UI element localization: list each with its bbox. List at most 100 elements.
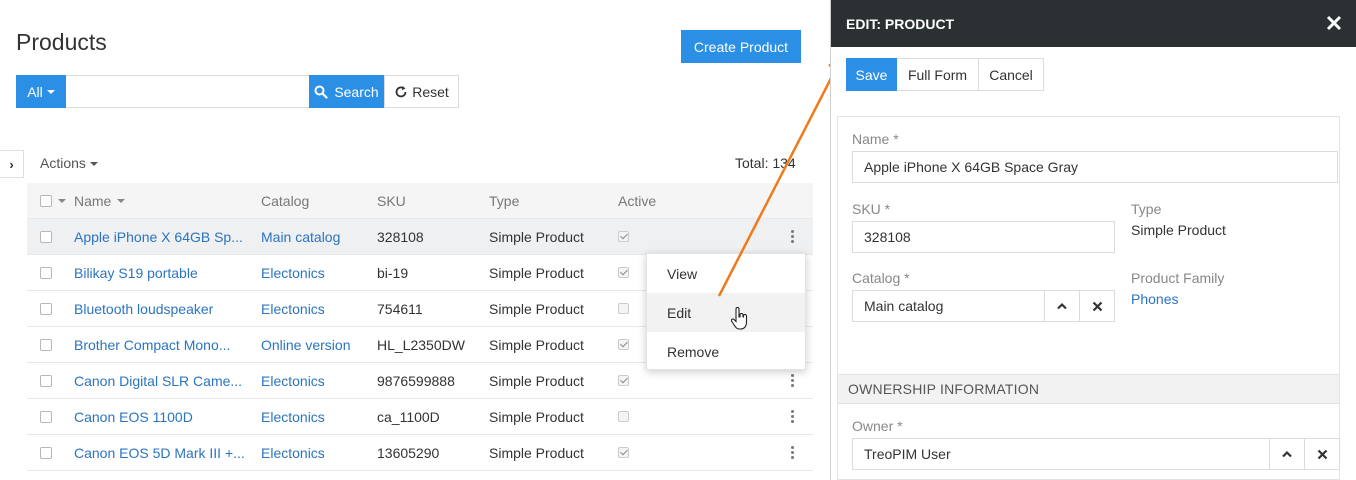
page-title: Products — [16, 29, 107, 55]
type-label: Type — [1131, 201, 1162, 217]
caret-down-icon — [89, 162, 98, 167]
sku-field[interactable]: 328108 — [852, 221, 1115, 253]
product-family-link[interactable]: Phones — [1131, 291, 1178, 307]
row-actions-menu: View Edit Remove — [646, 253, 806, 370]
catalog-link[interactable]: Main catalog — [261, 219, 371, 254]
name-field[interactable]: Apple iPhone X 64GB Space Gray — [852, 151, 1338, 183]
catalog-link[interactable]: Electonics — [261, 363, 371, 398]
owner-field[interactable]: TreoPIM User — [852, 438, 1270, 470]
column-sku: SKU — [377, 192, 406, 209]
product-family-label: Product Family — [1131, 270, 1225, 286]
catalog-field[interactable]: Main catalog — [852, 290, 1045, 322]
ownership-section-title: OWNERSHIP INFORMATION — [837, 374, 1340, 404]
active-checkbox — [618, 399, 678, 434]
active-checkbox — [618, 219, 678, 254]
product-name-link[interactable]: Canon EOS 5D Mark III +... — [74, 435, 254, 470]
filter-all-label: All — [27, 83, 43, 100]
catalog-link[interactable]: Electonics — [261, 255, 371, 290]
row-actions-button[interactable] — [782, 435, 802, 470]
name-label: Name * — [852, 131, 899, 147]
catalog-link[interactable]: Electonics — [261, 435, 371, 470]
type-value: Simple Product — [489, 264, 584, 281]
select-all-checkbox[interactable] — [40, 183, 70, 218]
owner-select-button[interactable] — [1269, 438, 1305, 470]
search-button-label: Search — [334, 83, 379, 100]
chevron-right-icon: › — [9, 156, 14, 172]
kebab-icon — [790, 410, 794, 423]
type-value: Simple Product — [489, 228, 584, 245]
table-row[interactable]: Canon EOS 1100D Electonics ca_1100D Simple … — [27, 399, 813, 435]
sku-value: ca_1100D — [377, 408, 440, 425]
caret-down-icon — [46, 89, 55, 94]
chevron-up-icon — [1282, 450, 1292, 458]
row-checkbox[interactable] — [40, 399, 70, 434]
active-checkbox — [618, 435, 678, 470]
kebab-icon — [790, 446, 794, 459]
sku-label: SKU * — [852, 201, 891, 217]
kebab-icon — [790, 374, 794, 387]
product-name-link[interactable]: Brother Compact Mono... — [74, 327, 254, 362]
catalog-link[interactable]: Online version — [261, 327, 371, 362]
menu-item-remove[interactable]: Remove — [647, 332, 805, 371]
column-name[interactable]: Name — [74, 183, 254, 218]
table-row[interactable]: Canon EOS 5D Mark III +... Electonics 1360… — [27, 435, 813, 471]
row-actions-button[interactable] — [782, 399, 802, 434]
x-icon — [1092, 301, 1102, 311]
filter-all-dropdown[interactable]: All — [16, 75, 66, 108]
product-name-link[interactable]: Bluetooth loudspeaker — [74, 291, 254, 326]
reset-button[interactable]: Reset — [384, 75, 459, 108]
menu-item-view[interactable]: View — [647, 254, 805, 293]
owner-label: Owner * — [852, 418, 903, 434]
actions-menu[interactable]: Actions — [40, 155, 98, 171]
type-value: Simple Product — [489, 444, 584, 461]
cancel-button[interactable]: Cancel — [979, 58, 1044, 91]
column-type: Type — [489, 192, 520, 209]
type-value: Simple Product — [489, 372, 584, 389]
row-actions-button[interactable] — [782, 219, 802, 254]
sku-value: bi-19 — [377, 264, 409, 281]
row-checkbox[interactable] — [40, 435, 70, 470]
catalog-clear-button[interactable] — [1079, 290, 1115, 322]
type-value: Simple Product — [1131, 222, 1226, 238]
row-checkbox[interactable] — [40, 363, 70, 398]
panel-title: EDIT: PRODUCT — [846, 15, 955, 32]
product-name-link[interactable]: Canon Digital SLR Came... — [74, 363, 254, 398]
reset-icon — [395, 85, 407, 97]
close-icon[interactable] — [1322, 11, 1346, 35]
table-header: Name Catalog SKU Type Active — [27, 183, 813, 219]
row-checkbox[interactable] — [40, 327, 70, 362]
product-name-link[interactable]: Canon EOS 1100D — [74, 399, 254, 434]
sku-value: HL_L2350DW — [377, 336, 465, 353]
menu-item-edit[interactable]: Edit — [647, 293, 805, 332]
search-button[interactable]: Search — [309, 75, 384, 108]
product-form: Name * Apple iPhone X 64GB Space Gray SK… — [837, 116, 1340, 374]
total-count: Total: 134 — [735, 155, 796, 171]
row-checkbox[interactable] — [40, 219, 70, 254]
search-icon — [314, 85, 328, 99]
search-input[interactable] — [66, 75, 309, 108]
type-value: Simple Product — [489, 336, 584, 353]
row-checkbox[interactable] — [40, 291, 70, 326]
catalog-link[interactable]: Electonics — [261, 291, 371, 326]
table-row[interactable]: Apple iPhone X 64GB Sp... Main catalog 328… — [27, 219, 813, 255]
create-product-button[interactable]: Create Product — [681, 30, 801, 63]
reset-button-label: Reset — [412, 83, 449, 100]
panel-header: EDIT: PRODUCT — [831, 0, 1356, 47]
catalog-link[interactable]: Electonics — [261, 399, 371, 434]
edit-product-panel: EDIT: PRODUCT Save Full Form Cancel Name… — [830, 0, 1356, 480]
sku-value: 328108 — [377, 228, 424, 245]
product-name-link[interactable]: Apple iPhone X 64GB Sp... — [74, 219, 254, 254]
full-form-button[interactable]: Full Form — [897, 58, 979, 91]
sku-value: 9876599888 — [377, 372, 455, 389]
x-icon — [1317, 449, 1327, 459]
ownership-section: Owner * TreoPIM User — [837, 404, 1340, 480]
sidebar-expand-toggle[interactable]: › — [0, 150, 24, 178]
row-checkbox[interactable] — [40, 255, 70, 290]
catalog-select-button[interactable] — [1044, 290, 1080, 322]
save-button[interactable]: Save — [846, 58, 897, 91]
type-value: Simple Product — [489, 300, 584, 317]
owner-clear-button[interactable] — [1304, 438, 1340, 470]
panel-button-group: Save Full Form Cancel — [846, 58, 1044, 91]
column-catalog: Catalog — [261, 192, 310, 209]
product-name-link[interactable]: Bilikay S19 portable — [74, 255, 254, 290]
